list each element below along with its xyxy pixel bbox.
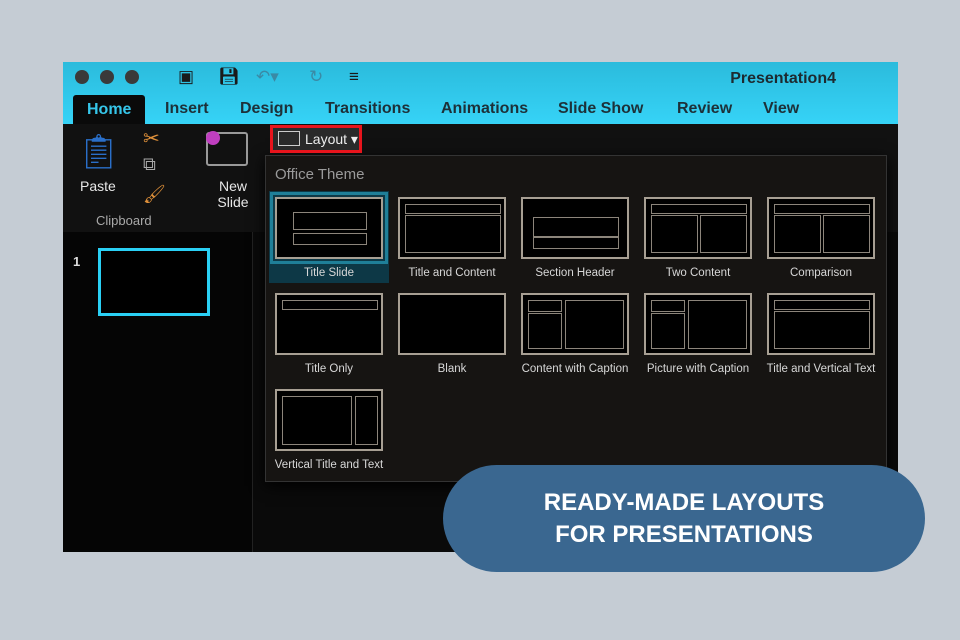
tab-insert[interactable]: Insert [165,100,209,118]
paste-button[interactable]: Paste [80,178,116,194]
banner-line-2: FOR PRESENTATIONS [555,520,813,548]
undo-icon[interactable]: ↶▾ [256,67,279,87]
slide-thumbnail-pane: 1 [63,232,253,552]
tab-view[interactable]: View [763,100,799,118]
layout-comparison[interactable]: Comparison [761,191,881,283]
title-bar: ▣ 💾︎ ↶▾ ↻ ≡ Presentation4 Home Insert De… [63,62,898,124]
layout-content-with-caption[interactable]: Content with Caption [515,287,635,379]
tab-design[interactable]: Design [240,100,293,118]
format-painter-icon[interactable]: 🖌︎ [143,184,166,205]
layout-title-slide[interactable]: Title Slide [269,191,389,283]
layout-button[interactable]: Layout ▾ [270,125,362,153]
banner-line-1: READY-MADE LAYOUTS [543,488,825,516]
customize-toolbar-icon[interactable]: ≡ [349,67,359,87]
layout-vertical-title-and-text[interactable]: Vertical Title and Text [269,383,389,475]
sidebar-icon[interactable]: ▣ [178,67,194,87]
layout-title-and-vertical-text[interactable]: Title and Vertical Text [761,287,881,379]
close-button[interactable] [75,70,89,84]
add-icon [206,131,220,145]
minimize-button[interactable] [100,70,114,84]
tab-review[interactable]: Review [677,100,732,118]
layout-icon [278,131,300,146]
theme-title: Office Theme [275,166,365,183]
redo-icon[interactable]: ↻ [309,67,323,87]
tab-transitions[interactable]: Transitions [325,100,410,118]
layout-blank[interactable]: Blank [392,287,512,379]
tab-animations[interactable]: Animations [441,100,528,118]
save-icon[interactable]: 💾︎ [218,67,240,87]
slide-number: 1 [73,254,81,269]
layout-label: Layout [305,131,348,147]
slide-thumbnail[interactable] [98,248,210,316]
layout-title-and-content[interactable]: Title and Content [392,191,512,283]
promo-banner: READY-MADE LAYOUTS FOR PRESENTATIONS [443,465,925,572]
document-title: Presentation4 [730,70,836,87]
clipboard-group-label: Clipboard [96,213,152,228]
layout-dropdown: Office Theme Title Slide Title and Conte… [265,155,887,482]
cut-icon[interactable]: ✂ [143,126,160,151]
layout-two-content[interactable]: Two Content [638,191,758,283]
layout-title-only[interactable]: Title Only [269,287,389,379]
tab-slide-show[interactable]: Slide Show [558,100,643,118]
paste-icon[interactable]: 📋︎ [77,132,120,172]
tab-home[interactable]: Home [73,95,146,124]
new-slide-button[interactable]: New Slide [213,178,253,210]
layout-section-header[interactable]: Section Header [515,191,635,283]
zoom-button[interactable] [125,70,139,84]
layout-picture-with-caption[interactable]: Picture with Caption [638,287,758,379]
copy-icon[interactable]: ⧉ [143,154,156,175]
